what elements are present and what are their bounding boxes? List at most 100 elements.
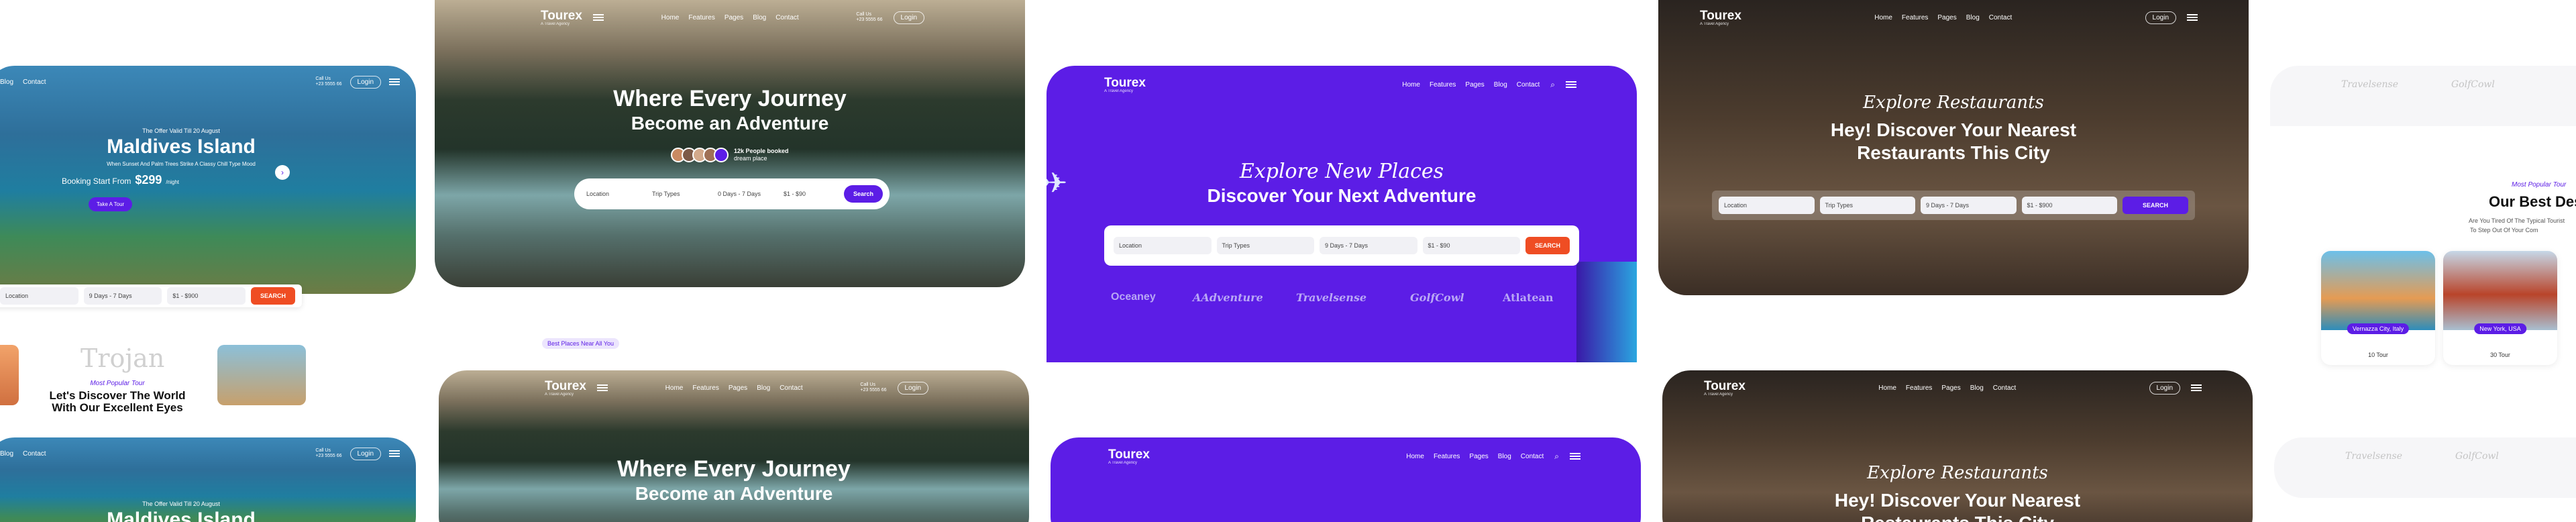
journey-nav-blog[interactable]: Blog [753, 14, 766, 21]
rest-search-button[interactable]: SEARCH [2123, 197, 2189, 214]
island-eyebrow: The Offer Valid Till 20 August [142, 127, 220, 134]
journey-days-field[interactable]: 0 Days - 7 Days [712, 185, 773, 203]
journey-menu-icon[interactable] [592, 14, 604, 21]
journey2-nav-pages[interactable]: Pages [729, 384, 747, 392]
adventure-logo[interactable]: Tourex A Travel Agency [1104, 76, 1146, 93]
adv-search-button[interactable]: SEARCH [1525, 237, 1570, 254]
rest-location-field[interactable]: Location [1719, 197, 1815, 214]
rest2-nav-features[interactable]: Features [1906, 384, 1932, 392]
journey-nav-pages[interactable]: Pages [724, 14, 743, 21]
journey2-nav-home[interactable]: Home [665, 384, 684, 392]
journey-title-2: Become an Adventure [631, 113, 829, 134]
island-section-title-2: With Our Excellent Eyes [52, 401, 183, 414]
adv2-nav-home[interactable]: Home [1406, 453, 1424, 460]
journey-price-field[interactable]: $1 - $90 [778, 185, 839, 203]
adv2-nav-pages[interactable]: Pages [1469, 453, 1488, 460]
island-dates-field[interactable]: 9 Days - 7 Days [83, 287, 162, 305]
partner-logo-4: GolfCowl [1410, 291, 1464, 304]
journey-call[interactable]: Call Us +23 5555 66 [856, 12, 882, 23]
restaurant-logo-2[interactable]: Tourex A Travel Agency [1704, 380, 1746, 397]
adv-location-field[interactable]: Location [1114, 237, 1212, 254]
journey-logo-2[interactable]: Tourex A Travel Agency [545, 380, 586, 397]
rest2-nav-blog[interactable]: Blog [1970, 384, 1984, 392]
nav-contact-2[interactable]: Contact [23, 450, 46, 458]
rest-login-2[interactable]: Login [2149, 381, 2180, 395]
dest-partner-bar-2: Travelsense GolfCowl [2274, 437, 2576, 498]
adv-nav-home[interactable]: Home [1402, 81, 1420, 89]
tour-card[interactable]: New York, USA 30 Tour [2443, 251, 2557, 365]
adv2-nav-features[interactable]: Features [1434, 453, 1460, 460]
journey2-nav-blog[interactable]: Blog [757, 384, 770, 392]
logo-text: Tourex [541, 8, 582, 23]
journey-nav-features[interactable]: Features [688, 14, 714, 21]
nav-contact[interactable]: Contact [23, 79, 46, 86]
rest-price-field[interactable]: $1 - $900 [2021, 197, 2117, 214]
restaurant-shadow-strip [1658, 293, 2249, 346]
adv-nav-blog[interactable]: Blog [1494, 81, 1507, 89]
nav-blog-2[interactable]: Blog [0, 450, 13, 458]
rest-type-field[interactable]: Trip Types [1819, 197, 1915, 214]
rest-nav-home[interactable]: Home [1874, 14, 1892, 21]
journey-login[interactable]: Login [893, 11, 924, 24]
rest-nav-contact[interactable]: Contact [1989, 14, 2012, 21]
next-slide-button[interactable]: › [275, 165, 290, 180]
journey2-nav-features[interactable]: Features [692, 384, 718, 392]
adv-menu-icon-2[interactable] [1570, 453, 1580, 460]
journey-login-2[interactable]: Login [897, 381, 928, 395]
adv-type-field[interactable]: Trip Types [1216, 237, 1314, 254]
island-title-2: Maldives Island [107, 509, 256, 522]
avatar-group [671, 148, 729, 162]
island-search-button[interactable]: SEARCH [250, 287, 295, 305]
booked-count: 12k People booked [734, 148, 789, 155]
menu-icon-2[interactable] [389, 450, 400, 457]
adv-nav-features[interactable]: Features [1430, 81, 1456, 89]
logo-tagline-2: A Travel Agency [545, 392, 574, 397]
rest2-nav-pages[interactable]: Pages [1941, 384, 1960, 392]
journey-location-field[interactable]: Location [581, 185, 641, 203]
adv2-nav-contact[interactable]: Contact [1521, 453, 1544, 460]
journey-call-phone-2: +23 5555 66 [860, 388, 887, 393]
journey-call-2[interactable]: Call Us +23 5555 66 [860, 382, 886, 394]
rest-days-field[interactable]: 9 Days - 7 Days [1921, 197, 2017, 214]
rest2-nav-contact[interactable]: Contact [1993, 384, 2016, 392]
adv-menu-icon[interactable] [1566, 81, 1576, 88]
rest-menu-icon[interactable] [2187, 14, 2198, 21]
adv-days-field[interactable]: 9 Days - 7 Days [1320, 237, 1417, 254]
login-button[interactable]: Login [350, 75, 381, 89]
adv-nav-contact[interactable]: Contact [1517, 81, 1540, 89]
tour-card[interactable]: Vernazza City, Italy 10 Tour [2321, 251, 2435, 365]
island-location-field[interactable]: Location [0, 287, 78, 305]
menu-icon[interactable] [389, 79, 400, 85]
rest-nav-pages[interactable]: Pages [1937, 14, 1956, 21]
login-button-2[interactable]: Login [350, 447, 381, 460]
rest-nav-features[interactable]: Features [1902, 14, 1928, 21]
journey-type-field[interactable]: Trip Types [647, 185, 707, 203]
avatar-plus [714, 148, 729, 162]
call-block[interactable]: Call Us +23 5555 66 [315, 76, 341, 88]
journey-nav-home[interactable]: Home [661, 14, 680, 21]
rest2-nav-home[interactable]: Home [1878, 384, 1896, 392]
rest-login[interactable]: Login [2145, 11, 2176, 24]
adventure-menu-2: Home Features Pages Blog Contact [1406, 453, 1544, 460]
rest-nav-blog[interactable]: Blog [1966, 14, 1980, 21]
journey-menu-icon-2[interactable] [596, 384, 608, 391]
journey-search-button[interactable]: Search [844, 185, 883, 203]
adventure-logo-2[interactable]: Tourex A Travel Agency [1108, 448, 1150, 465]
journey-logo[interactable]: Tourex A Travel Agency [541, 9, 582, 26]
island-price-field[interactable]: $1 - $900 [167, 287, 246, 305]
search-icon[interactable]: ⌕ [1550, 80, 1555, 90]
restaurant-logo[interactable]: Tourex A Travel Agency [1700, 9, 1741, 26]
adv2-nav-blog[interactable]: Blog [1498, 453, 1511, 460]
adv-nav-pages[interactable]: Pages [1465, 81, 1484, 89]
take-tour-button[interactable]: Take A Tour [89, 197, 133, 211]
partner-logo-5: Atlatean [1503, 291, 1554, 304]
adv-price-field[interactable]: $1 - $90 [1422, 237, 1520, 254]
rest-menu-icon-2[interactable] [2191, 384, 2202, 391]
nav-blog[interactable]: Blog [0, 79, 13, 86]
journey-call-label: Call Us [856, 11, 871, 17]
search-icon-2[interactable]: ⌕ [1554, 452, 1559, 462]
call-block-2[interactable]: Call Us +23 5555 66 [315, 448, 341, 460]
journey2-nav-contact[interactable]: Contact [780, 384, 802, 392]
restaurant-nav: Tourex A Travel Agency Home Features Pag… [1658, 4, 2249, 31]
journey-nav-contact[interactable]: Contact [775, 14, 798, 21]
